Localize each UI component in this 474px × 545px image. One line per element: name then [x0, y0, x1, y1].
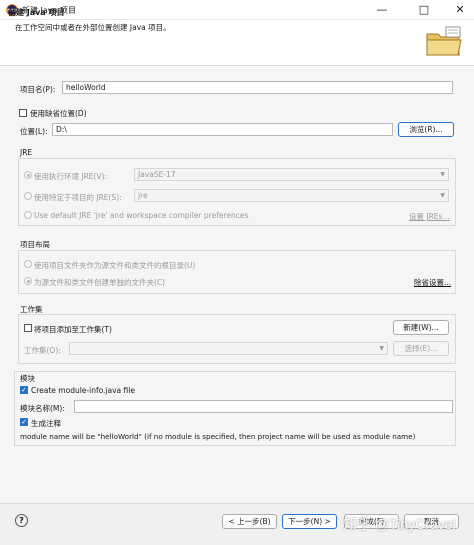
jre-default-label: Use default JRE 'jre' and workspace comp…: [34, 211, 249, 220]
location-input[interactable]: D:\: [52, 123, 393, 136]
create-module-info-label: Create module-info.java file: [31, 386, 135, 395]
page-title: 创建 Java 项目: [8, 8, 65, 17]
module-name-input[interactable]: [74, 400, 453, 413]
working-sets-select[interactable]: ▼: [69, 342, 388, 355]
generate-comments-checkbox[interactable]: ✓: [20, 418, 28, 426]
next-button[interactable]: 下一步(N) >: [282, 514, 337, 529]
select-working-set-button[interactable]: 选择(E)...: [393, 341, 449, 356]
module-name-label: 模块名称(M):: [20, 404, 65, 413]
chevron-down-icon: ▼: [379, 345, 384, 352]
use-default-location-checkbox[interactable]: [19, 109, 27, 117]
jre-project-specific-select[interactable]: jre ▼: [134, 189, 449, 202]
layout-single-folder-label: 使用项目文件夹作为源文件和类文件的根目录(U): [34, 261, 196, 270]
add-to-working-set-label: 将项目添加至工作集(T): [34, 325, 112, 334]
module-name-note: module name will be "helloWorld" (if no …: [20, 432, 416, 441]
watermark-text: 知乎 @TinyCravel: [343, 516, 456, 532]
jre-project-specific-radio[interactable]: [24, 192, 32, 200]
location-label: 位置(L):: [20, 127, 48, 136]
layout-separate-folders-label: 为源文件和类文件创建单独的文件夹(C): [34, 278, 166, 287]
configure-default-link[interactable]: 除省设置...: [414, 277, 451, 288]
jre-default-radio[interactable]: [24, 211, 32, 219]
layout-separate-folders-radio[interactable]: [24, 277, 32, 285]
jre-execution-env-value: JavaSE-17: [138, 170, 176, 179]
working-sets-label: 工作集(O):: [24, 346, 61, 355]
generate-comments-label: 生成注释: [31, 419, 61, 428]
chevron-down-icon: ▼: [440, 192, 445, 199]
jre-project-specific-value: jre: [138, 191, 148, 200]
working-sets-group: [18, 314, 456, 364]
module-group-label: 模块: [20, 374, 35, 383]
add-to-working-set-checkbox[interactable]: [24, 324, 32, 332]
page-subtitle: 在工作空间中或者在外部位置创建 Java 项目。: [15, 23, 171, 32]
jre-execution-env-label: 使用执行环境 JRE(V):: [34, 172, 108, 181]
close-button[interactable]: ✕: [453, 3, 467, 17]
project-name-label: 项目名(P):: [20, 85, 56, 94]
configure-jres-link[interactable]: 设置 JREs...: [409, 211, 450, 222]
project-name-input[interactable]: helloWorld: [62, 81, 453, 94]
jre-group-label: JRE: [20, 148, 33, 157]
chevron-down-icon: ▼: [440, 171, 445, 178]
layout-single-folder-radio[interactable]: [24, 260, 32, 268]
folder-wizard-icon: [426, 26, 462, 56]
jre-project-specific-label: 使用特定于项目的 JRE(S):: [34, 193, 122, 202]
maximize-button[interactable]: □: [417, 3, 431, 17]
layout-group-label: 项目布局: [20, 240, 50, 249]
create-module-info-checkbox[interactable]: ✓: [20, 386, 28, 394]
jre-execution-env-radio[interactable]: [24, 171, 32, 179]
browse-button[interactable]: 浏览(R)...: [398, 122, 454, 137]
use-default-location-label: 使用缺省位置(D): [30, 109, 87, 118]
new-working-set-button[interactable]: 新建(W)...: [393, 320, 449, 335]
help-icon[interactable]: ?: [15, 514, 28, 527]
back-button[interactable]: < 上一步(B): [222, 514, 277, 529]
jre-execution-env-select[interactable]: JavaSE-17 ▼: [134, 168, 449, 181]
wizard-body: [0, 67, 474, 545]
minimize-button[interactable]: —: [375, 3, 389, 17]
